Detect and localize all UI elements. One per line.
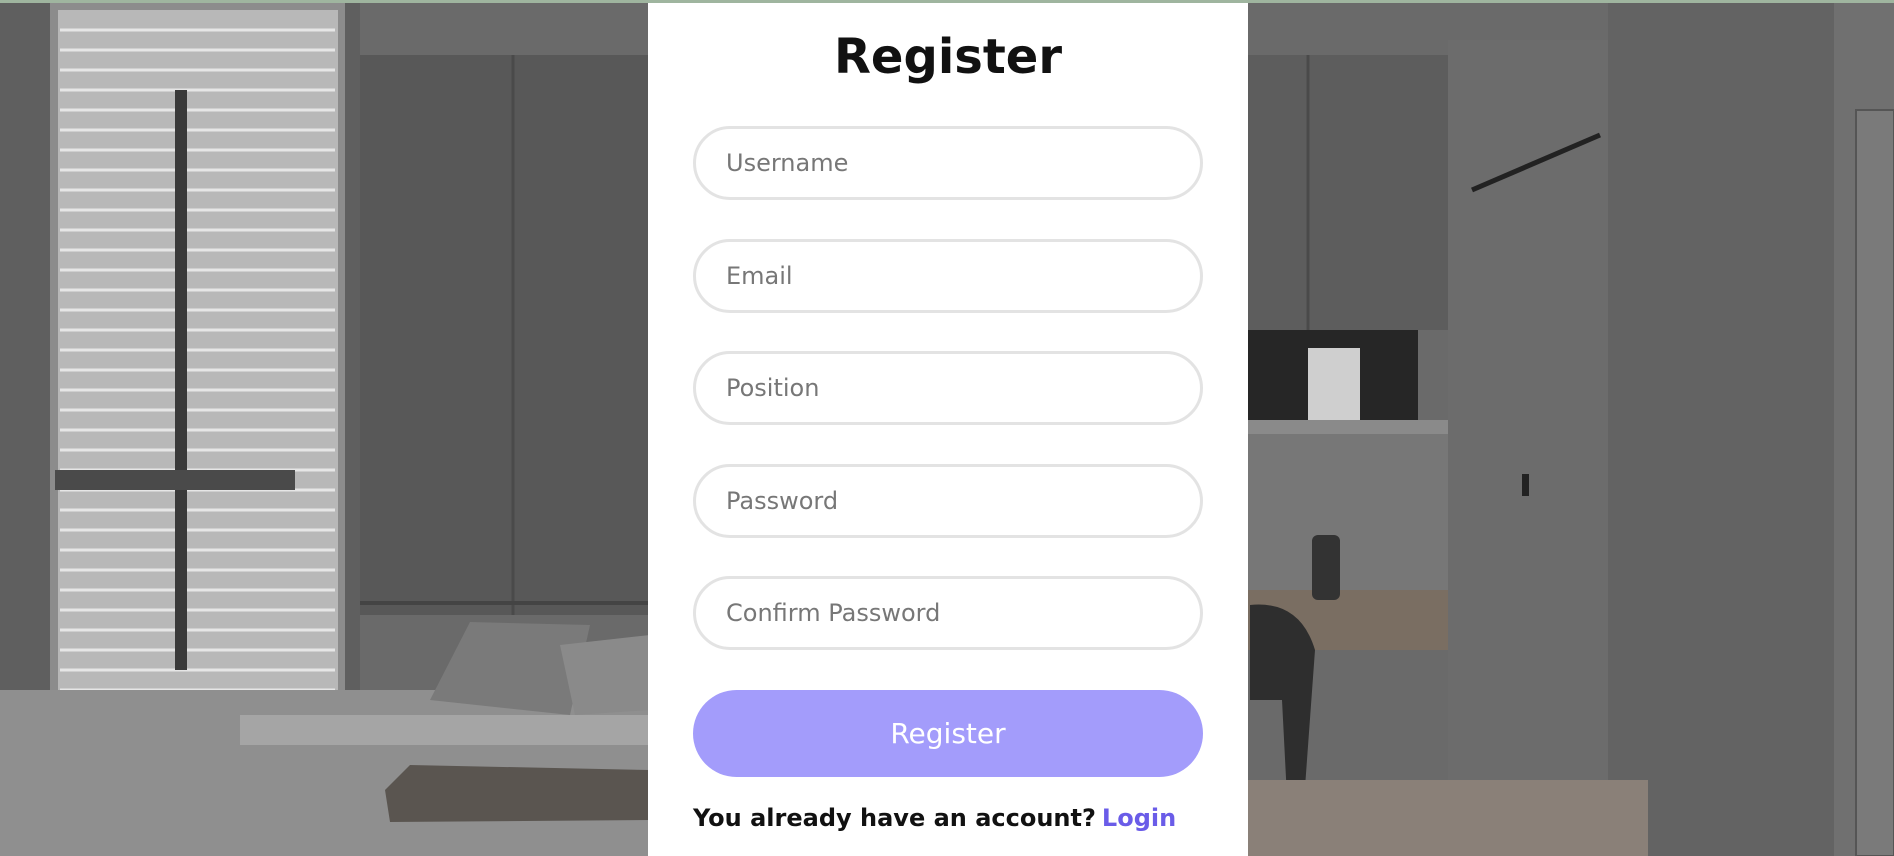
login-prompt: You already have an account? Login [693,804,1176,832]
position-input[interactable] [693,351,1203,425]
confirm-password-input[interactable] [693,576,1203,650]
login-link[interactable]: Login [1102,804,1176,832]
email-input[interactable] [693,239,1203,313]
register-page: Register Register You already have an ac… [0,0,1894,856]
username-input[interactable] [693,126,1203,200]
form-title: Register [833,29,1063,85]
password-input[interactable] [693,464,1203,538]
register-button[interactable]: Register [693,690,1203,777]
login-prompt-text: You already have an account? [693,804,1096,832]
register-form-card: Register Register You already have an ac… [648,3,1248,856]
